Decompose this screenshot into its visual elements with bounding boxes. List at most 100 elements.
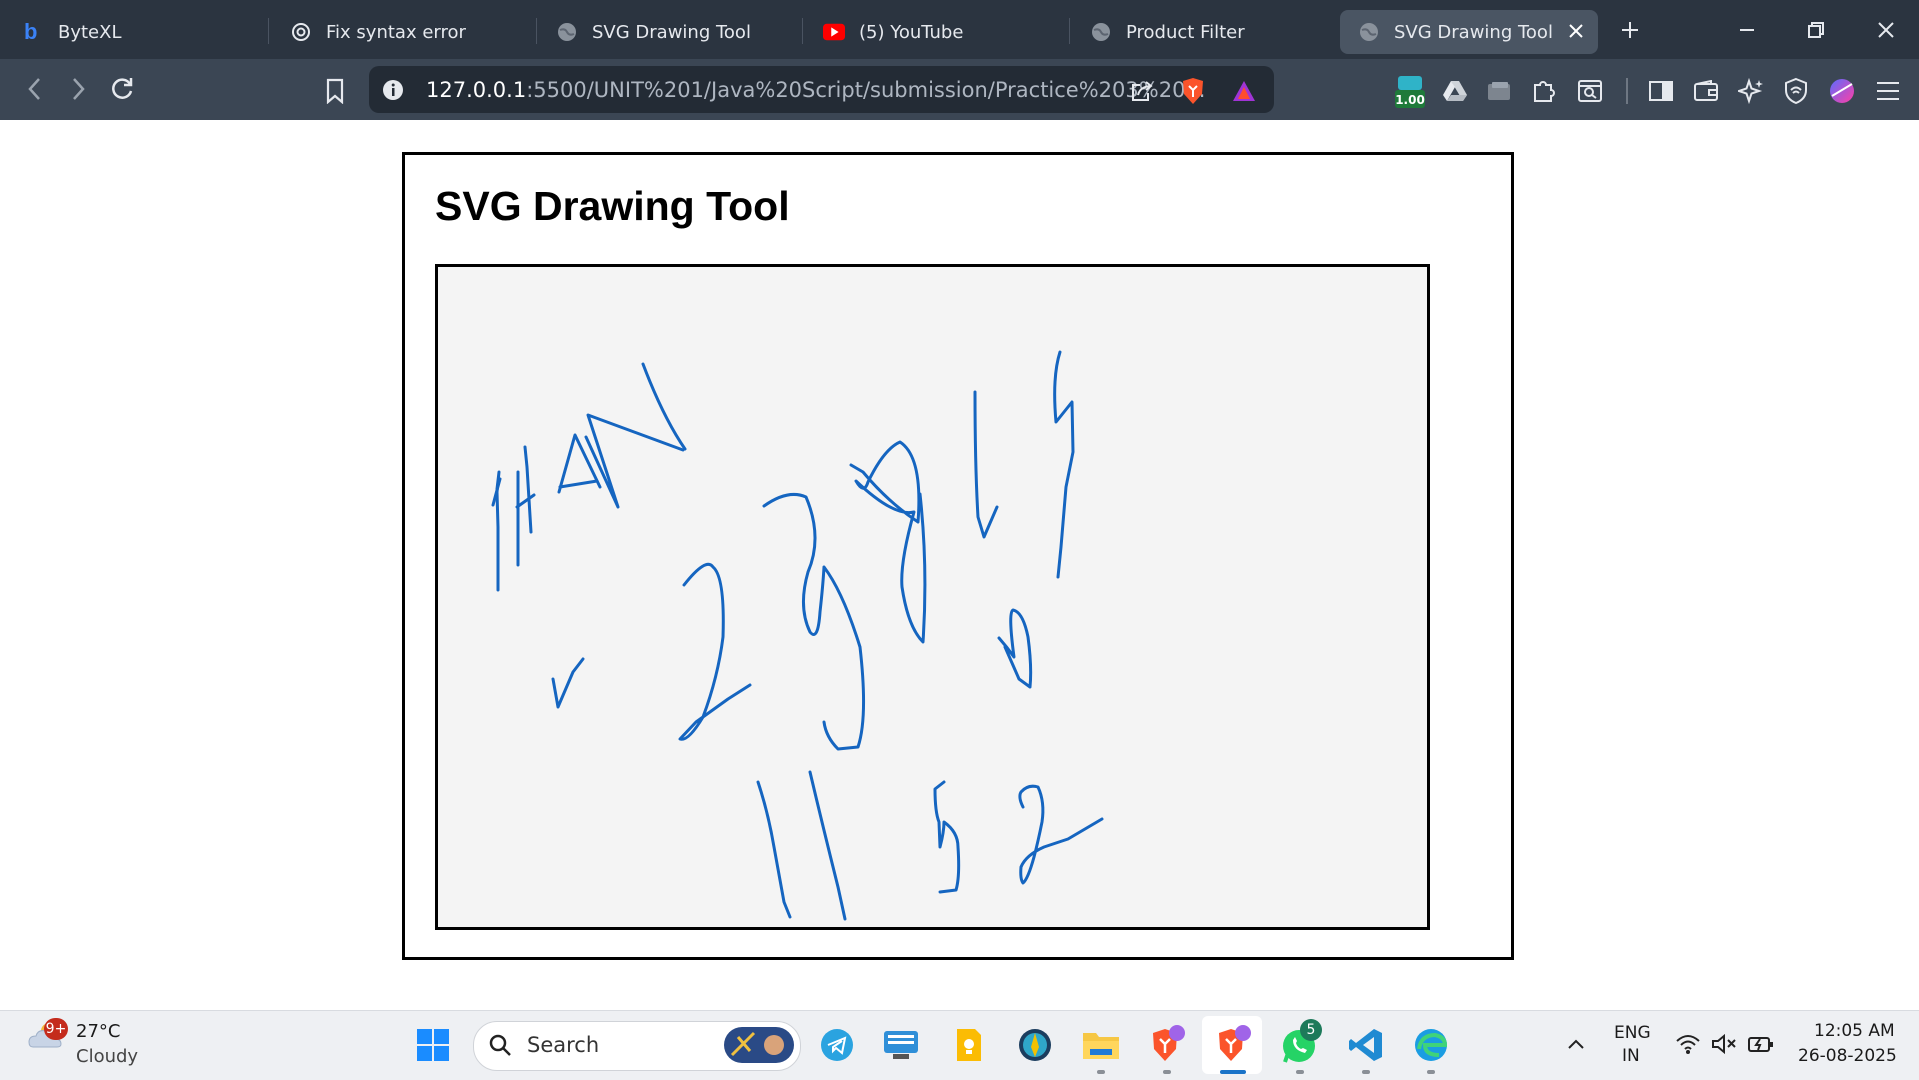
leo-ai-icon[interactable] xyxy=(1735,75,1767,107)
drawn-stroke xyxy=(523,445,533,534)
tab-bytexl[interactable]: b ByteXL xyxy=(22,10,262,54)
close-window-button[interactable] xyxy=(1866,12,1906,48)
weather-badge: 9+ xyxy=(44,1018,68,1040)
search-highlight-icon xyxy=(724,1025,794,1065)
drawn-stroke xyxy=(1053,350,1075,579)
forward-icon[interactable] xyxy=(63,74,93,104)
drawn-stroke xyxy=(997,608,1033,689)
tab-separator xyxy=(268,18,269,44)
new-tab-button[interactable] xyxy=(1610,12,1650,48)
profile-avatar[interactable] xyxy=(1826,75,1858,107)
vpn-icon[interactable] xyxy=(1780,75,1812,107)
running-indicator xyxy=(1362,1070,1370,1074)
url-text[interactable]: 127.0.0.1:5500/UNIT%201/Java%20Script/su… xyxy=(426,78,1205,102)
drawn-stroke xyxy=(558,479,599,489)
tab-product-filter[interactable]: Product Filter xyxy=(1090,10,1330,54)
tab-separator xyxy=(536,18,537,44)
brave-browser-icon[interactable] xyxy=(1146,1024,1188,1066)
drawn-stroke xyxy=(551,657,585,709)
edge-icon[interactable] xyxy=(1410,1024,1452,1066)
running-indicator xyxy=(1097,1070,1105,1074)
tab-label: Fix syntax error xyxy=(326,21,466,43)
touch-keyboard-icon[interactable] xyxy=(880,1024,922,1066)
tab-svg-drawing-tool[interactable]: SVG Drawing Tool xyxy=(556,10,796,54)
share-icon[interactable] xyxy=(1127,76,1157,106)
url-path: :5500/UNIT%201/Java%20Script/submission/… xyxy=(526,78,1206,102)
search-icon xyxy=(486,1031,514,1059)
running-indicator xyxy=(1296,1070,1304,1074)
tab-svg-drawing-tool-active[interactable]: SVG Drawing Tool xyxy=(1340,10,1598,54)
running-indicator xyxy=(1163,1070,1171,1074)
extensions-puzzle-icon[interactable] xyxy=(1528,74,1560,106)
drawing-strokes xyxy=(491,350,1104,921)
language-top[interactable]: ENG xyxy=(1614,1023,1651,1043)
chevron-up-icon[interactable] xyxy=(1564,1032,1588,1056)
globe-icon xyxy=(1358,21,1380,43)
extension-badge: 1.00 xyxy=(1395,93,1425,107)
extension-counter-icon[interactable]: 1.00 xyxy=(1393,74,1427,112)
brave-rewards-icon[interactable] xyxy=(1228,76,1260,106)
folder-extension-icon[interactable] xyxy=(1484,76,1514,106)
tab-label: SVG Drawing Tool xyxy=(1394,21,1553,43)
tab-label: Product Filter xyxy=(1126,21,1245,43)
weather-temp: 27°C xyxy=(76,1021,121,1042)
brave-browser-active-icon[interactable] xyxy=(1212,1024,1254,1066)
vscode-icon[interactable] xyxy=(1345,1024,1387,1066)
bookmark-icon[interactable] xyxy=(320,76,350,106)
brave-shields-icon[interactable] xyxy=(1176,74,1210,108)
drawn-stroke xyxy=(762,493,866,751)
bytexl-icon: b xyxy=(22,21,44,43)
tab-youtube[interactable]: (5) YouTube xyxy=(823,10,1063,54)
wifi-icon[interactable] xyxy=(1674,1030,1702,1058)
file-explorer-icon[interactable] xyxy=(1080,1024,1122,1066)
tab-separator xyxy=(1069,18,1070,44)
url-host: 127.0.0.1 xyxy=(426,78,527,102)
drawn-stroke xyxy=(515,493,536,509)
telegram-icon[interactable] xyxy=(816,1024,858,1066)
battery-charging-icon[interactable] xyxy=(1746,1030,1776,1058)
drawn-stroke xyxy=(584,413,685,509)
google-drive-icon[interactable] xyxy=(1440,76,1470,106)
menu-icon[interactable] xyxy=(1872,75,1904,107)
google-keep-icon[interactable] xyxy=(948,1024,990,1066)
close-tab-icon[interactable] xyxy=(1568,20,1584,44)
wallet-icon[interactable] xyxy=(1690,75,1722,107)
globe-icon xyxy=(556,21,578,43)
search-placeholder: Search xyxy=(527,1033,600,1057)
tab-separator xyxy=(802,18,803,44)
globe-icon xyxy=(1090,21,1112,43)
openai-icon xyxy=(290,21,312,43)
youtube-icon xyxy=(823,21,845,43)
drawn-stroke xyxy=(678,562,752,741)
drawn-stroke xyxy=(973,390,999,539)
restore-button[interactable] xyxy=(1796,12,1836,48)
screenshot-search-icon[interactable] xyxy=(1574,75,1606,107)
drawn-stroke xyxy=(808,770,847,921)
clock-time[interactable]: 12:05 AM xyxy=(1814,1021,1895,1041)
tab-label: (5) YouTube xyxy=(859,21,964,43)
language-bottom: IN xyxy=(1622,1046,1640,1066)
volume-muted-icon[interactable] xyxy=(1710,1030,1738,1058)
drawn-stroke xyxy=(756,780,792,919)
sidebar-icon[interactable] xyxy=(1645,75,1677,107)
back-icon[interactable] xyxy=(20,74,50,104)
weather-desc: Cloudy xyxy=(76,1046,139,1067)
app-compass-icon[interactable] xyxy=(1014,1024,1056,1066)
tab-bar: b ByteXL Fix syntax error SVG Drawing To… xyxy=(0,0,1919,59)
clock-date: 26-08-2025 xyxy=(1798,1046,1897,1066)
svg-text:b: b xyxy=(24,21,37,43)
minimize-button[interactable] xyxy=(1727,12,1767,48)
active-indicator xyxy=(1220,1070,1246,1074)
tab-fix-syntax-error[interactable]: Fix syntax error xyxy=(290,10,530,54)
page-title: SVG Drawing Tool xyxy=(435,183,790,229)
windows-start-icon[interactable] xyxy=(412,1024,454,1066)
tab-label: ByteXL xyxy=(58,21,122,43)
toolbar-divider xyxy=(1626,78,1628,104)
tab-label: SVG Drawing Tool xyxy=(592,21,751,43)
drawing-canvas[interactable] xyxy=(435,264,1430,930)
drawn-stroke xyxy=(933,780,961,894)
whatsapp-badge: 5 xyxy=(1300,1019,1322,1041)
drawn-stroke xyxy=(1018,784,1104,885)
reload-icon[interactable] xyxy=(107,74,137,104)
site-info-icon[interactable] xyxy=(380,77,406,103)
